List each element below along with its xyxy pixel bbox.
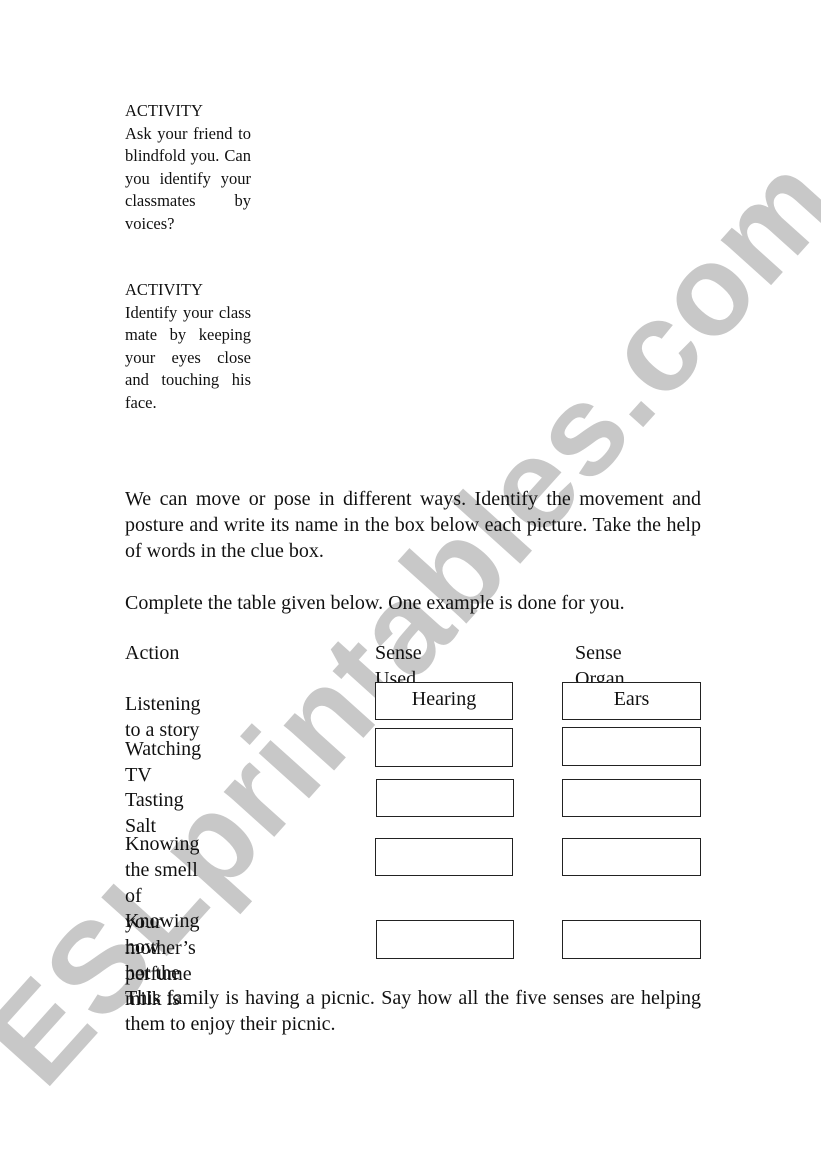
action-line: Watching TV bbox=[125, 738, 202, 786]
sense-used-box[interactable] bbox=[375, 728, 513, 767]
action-label: Watching TV bbox=[125, 736, 201, 788]
sense-organ-box[interactable] bbox=[562, 727, 701, 766]
watermark: ESLprintables.com bbox=[0, 128, 821, 1112]
sense-used-box[interactable] bbox=[376, 779, 514, 817]
activity-heading: ACTIVITY bbox=[125, 101, 203, 120]
picnic-instructions: This family is having a picnic. Say how … bbox=[125, 987, 701, 1035]
sense-organ-box[interactable] bbox=[562, 779, 701, 817]
activity-box-touch: ACTIVITY Identify your class mate by kee… bbox=[125, 279, 251, 414]
column-header-action: Action bbox=[125, 642, 180, 664]
activity-text: Ask your friend to blindfold you. Can yo… bbox=[125, 123, 251, 233]
action-line: Knowing how bbox=[125, 910, 200, 958]
movement-instructions: We can move or pose in different ways. I… bbox=[125, 488, 701, 562]
activity-box-voices: ACTIVITY Ask your friend to blindfold yo… bbox=[125, 100, 251, 235]
sense-used-box[interactable] bbox=[376, 920, 514, 959]
activity-heading: ACTIVITY bbox=[125, 280, 203, 299]
table-instructions: Complete the table given below. One exam… bbox=[125, 592, 625, 614]
sense-organ-box[interactable] bbox=[562, 838, 701, 876]
sense-organ-box[interactable] bbox=[562, 920, 701, 959]
activity-text: Identify your class mate by keeping your… bbox=[125, 302, 251, 412]
sense-organ-box[interactable]: Ears bbox=[562, 682, 701, 720]
sense-used-box[interactable] bbox=[375, 838, 513, 876]
action-line: Knowing the smell of bbox=[125, 833, 200, 907]
sense-used-box[interactable]: Hearing bbox=[375, 682, 513, 720]
